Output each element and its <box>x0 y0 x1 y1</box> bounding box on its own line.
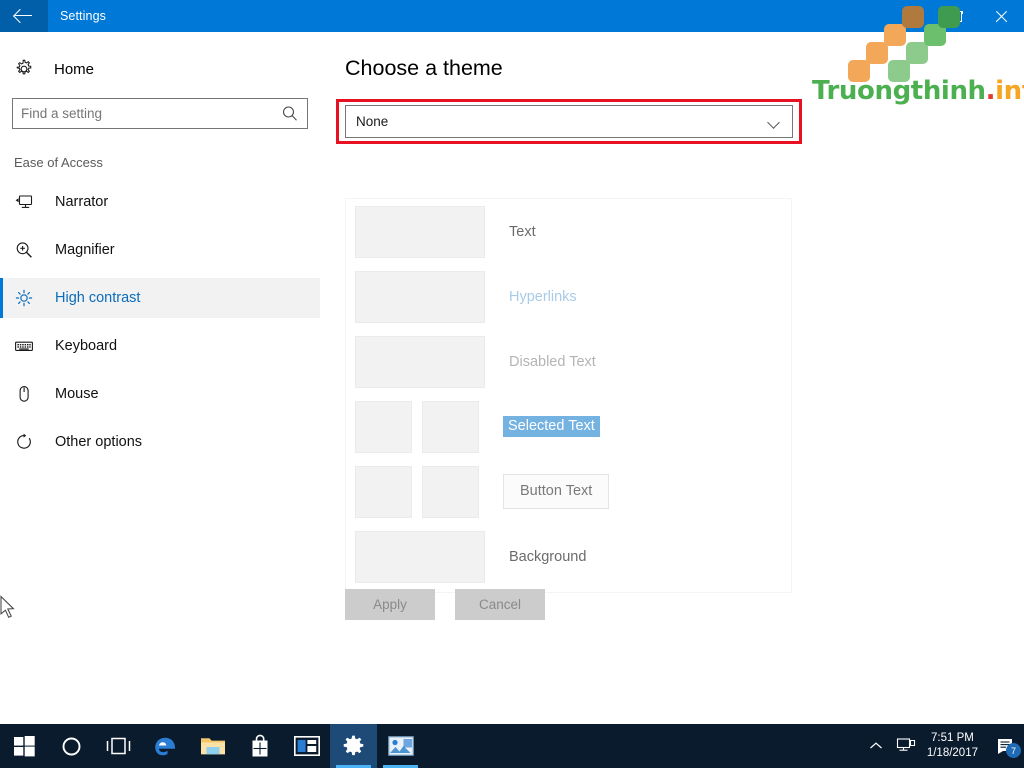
close-button[interactable] <box>979 0 1024 32</box>
sidebar-item-mouse[interactable]: Mouse <box>0 374 320 414</box>
folder-icon <box>200 738 225 755</box>
start-button[interactable] <box>0 724 48 768</box>
preview-row-label: Background <box>509 548 587 565</box>
circle-icon <box>62 737 81 755</box>
color-swatch <box>355 465 412 518</box>
settings-window: Settings Home Find a setting Ease of Acc… <box>0 0 1024 768</box>
chevron-up-icon <box>869 742 882 749</box>
page-title: Choose a theme <box>345 56 503 80</box>
preview-row-selected-text: Selected Text <box>346 394 791 459</box>
network-icon <box>896 738 915 751</box>
window-controls <box>889 0 1024 32</box>
minimize-button[interactable] <box>889 0 934 32</box>
keyboard-icon <box>14 336 34 356</box>
color-swatch <box>355 335 485 388</box>
theme-dropdown-value: None <box>356 114 389 129</box>
preview-row-hyperlinks: Hyperlinks <box>346 264 791 329</box>
cancel-button[interactable]: Cancel <box>455 589 545 620</box>
photo-app-button[interactable] <box>377 724 424 768</box>
sidebar-nav-list: Narrator Magnifier High contrast Keyboar… <box>0 182 320 462</box>
theme-preview-panel: Text Hyperlinks Disabled Text Selected T… <box>345 198 792 593</box>
file-explorer-button[interactable] <box>189 724 236 768</box>
narrator-icon <box>14 192 34 212</box>
theme-dropdown[interactable]: None <box>345 105 793 138</box>
preview-row-label: Selected Text <box>503 416 600 437</box>
gear-icon <box>343 735 364 755</box>
sidebar-item-label: Other options <box>55 434 143 450</box>
restore-icon <box>951 10 963 22</box>
sidebar-item-narrator[interactable]: Narrator <box>0 182 320 222</box>
other-options-icon <box>14 432 34 452</box>
preview-row-label: Hyperlinks <box>509 288 577 305</box>
preview-row-disabled-text: Disabled Text <box>346 329 791 394</box>
close-icon <box>995 10 1008 23</box>
clock[interactable]: 7:51 PM 1/18/2017 <box>927 731 978 761</box>
store-button[interactable] <box>236 724 283 768</box>
mouse-cursor <box>0 595 15 619</box>
sidebar-item-high-contrast[interactable]: High contrast <box>0 278 320 318</box>
clock-time: 7:51 PM <box>931 732 974 744</box>
sidebar-item-label: Magnifier <box>55 242 115 258</box>
minimize-icon <box>905 15 918 17</box>
preview-row-label: Button Text <box>503 474 610 509</box>
action-center-button[interactable]: 7 <box>988 724 1024 768</box>
edge-icon <box>155 737 175 755</box>
sidebar-item-home[interactable]: Home <box>14 50 320 88</box>
cortana-button[interactable] <box>48 724 95 768</box>
app-window-button[interactable] <box>283 724 330 768</box>
sidebar-item-label: Narrator <box>55 194 109 210</box>
network-button[interactable] <box>891 724 921 768</box>
chevron-down-icon <box>768 118 780 126</box>
color-swatch <box>422 400 479 453</box>
color-swatch <box>422 465 479 518</box>
title-bar: Settings <box>0 0 1024 32</box>
windows-logo-icon <box>13 735 35 756</box>
taskbar: 7:51 PM 1/18/2017 7 <box>0 724 1024 768</box>
preview-row-button-text: Button Text <box>346 459 791 524</box>
maximize-button[interactable] <box>934 0 979 32</box>
search-box[interactable] <box>12 98 308 129</box>
window-title: Settings <box>60 9 106 23</box>
sidebar-item-label: Mouse <box>55 386 99 402</box>
apply-button[interactable]: Apply <box>345 589 435 620</box>
color-swatch <box>355 205 485 258</box>
magnifier-icon <box>14 240 34 260</box>
edge-button[interactable] <box>142 724 189 768</box>
search-input[interactable] <box>13 106 279 121</box>
preview-row-label: Disabled Text <box>509 353 596 370</box>
sidebar: Home Ease of Access Narrat <box>0 32 320 724</box>
sidebar-section-label: Ease of Access <box>14 155 103 170</box>
search-icon[interactable] <box>279 103 301 125</box>
sidebar-item-magnifier[interactable]: Magnifier <box>0 230 320 270</box>
settings-button[interactable] <box>330 724 377 768</box>
gear-icon <box>16 59 32 75</box>
clock-date: 1/18/2017 <box>926 747 978 759</box>
color-swatch <box>355 530 485 583</box>
system-tray: 7:51 PM 1/18/2017 7 <box>861 724 1024 768</box>
preview-row-background: Background <box>346 524 791 589</box>
mouse-icon <box>14 384 34 404</box>
tray-overflow-button[interactable] <box>861 724 891 768</box>
back-arrow-icon <box>15 9 33 23</box>
window-icon <box>293 736 320 756</box>
color-swatch <box>355 400 412 453</box>
sidebar-item-other-options[interactable]: Other options <box>0 422 320 462</box>
color-swatch <box>355 270 485 323</box>
preview-row-text: Text <box>346 199 791 264</box>
sidebar-item-label: Keyboard <box>55 338 118 354</box>
preview-row-label: Text <box>509 223 536 240</box>
sidebar-item-keyboard[interactable]: Keyboard <box>0 326 320 366</box>
home-label: Home <box>54 60 95 78</box>
brightness-icon <box>14 288 34 308</box>
store-bag-icon <box>252 734 267 757</box>
task-view-icon <box>106 737 131 755</box>
sidebar-item-label: High contrast <box>55 290 141 306</box>
content-pane: Choose a theme None Text Hyperlinks Disa… <box>320 32 1024 724</box>
back-button[interactable] <box>0 0 48 32</box>
task-view-button[interactable] <box>95 724 142 768</box>
action-buttons: Apply Cancel <box>345 589 545 620</box>
picture-icon <box>387 736 414 756</box>
notification-count-badge: 7 <box>1006 743 1021 758</box>
